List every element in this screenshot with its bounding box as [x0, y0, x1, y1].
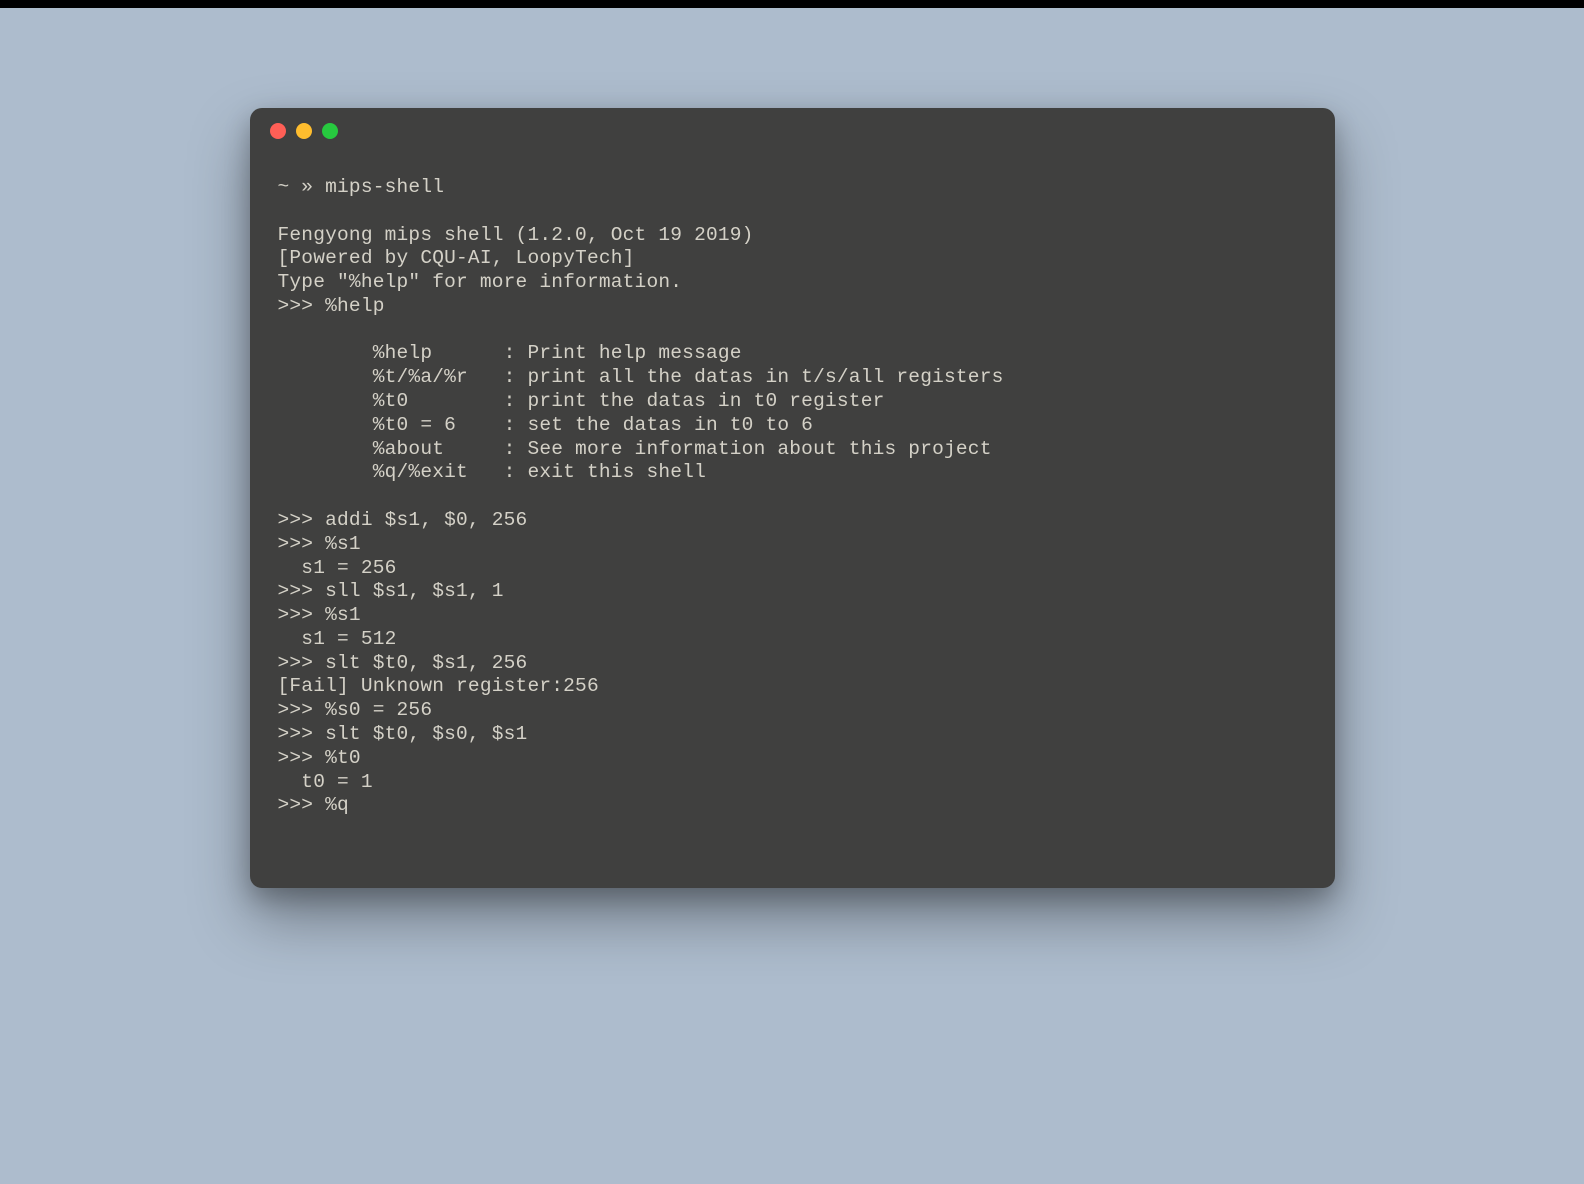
banner-line: Type "%help" for more information.	[278, 271, 683, 293]
page-wrapper: ~ » mips-shell Fengyong mips shell (1.2.…	[0, 8, 1584, 888]
repl-line: >>> sll $s1, $s1, 1	[278, 580, 504, 602]
help-row: %q/%exit : exit this shell	[278, 461, 706, 483]
banner-line: [Powered by CQU-AI, LoopyTech]	[278, 247, 635, 269]
repl-line: >>> addi $s1, $0, 256	[278, 509, 528, 531]
help-row: %about : See more information about this…	[278, 438, 992, 460]
shell-prompt: ~ » mips-shell	[278, 176, 445, 198]
help-row: %t/%a/%r : print all the datas in t/s/al…	[278, 366, 1004, 388]
help-row: %t0 = 6 : set the datas in t0 to 6	[278, 414, 814, 436]
repl-line: >>> %t0	[278, 747, 361, 769]
repl-line: >>> slt $t0, $s0, $s1	[278, 723, 528, 745]
repl-line: >>> slt $t0, $s1, 256	[278, 652, 528, 674]
repl-output: s1 = 512	[278, 628, 397, 650]
repl-output: s1 = 256	[278, 557, 397, 579]
terminal-output[interactable]: ~ » mips-shell Fengyong mips shell (1.2.…	[250, 154, 1335, 888]
maximize-icon[interactable]	[322, 123, 338, 139]
close-icon[interactable]	[270, 123, 286, 139]
repl-error: [Fail] Unknown register:256	[278, 675, 599, 697]
terminal-window: ~ » mips-shell Fengyong mips shell (1.2.…	[250, 108, 1335, 888]
window-titlebar	[250, 108, 1335, 154]
page-top-bar	[0, 0, 1584, 8]
repl-input: >>> %help	[278, 295, 385, 317]
repl-line: >>> %q	[278, 794, 349, 816]
repl-line: >>> %s1	[278, 604, 361, 626]
repl-output: t0 = 1	[278, 771, 373, 793]
help-row: %t0 : print the datas in t0 register	[278, 390, 885, 412]
repl-line: >>> %s0 = 256	[278, 699, 433, 721]
minimize-icon[interactable]	[296, 123, 312, 139]
help-row: %help : Print help message	[278, 342, 742, 364]
banner-line: Fengyong mips shell (1.2.0, Oct 19 2019)	[278, 224, 754, 246]
repl-line: >>> %s1	[278, 533, 361, 555]
